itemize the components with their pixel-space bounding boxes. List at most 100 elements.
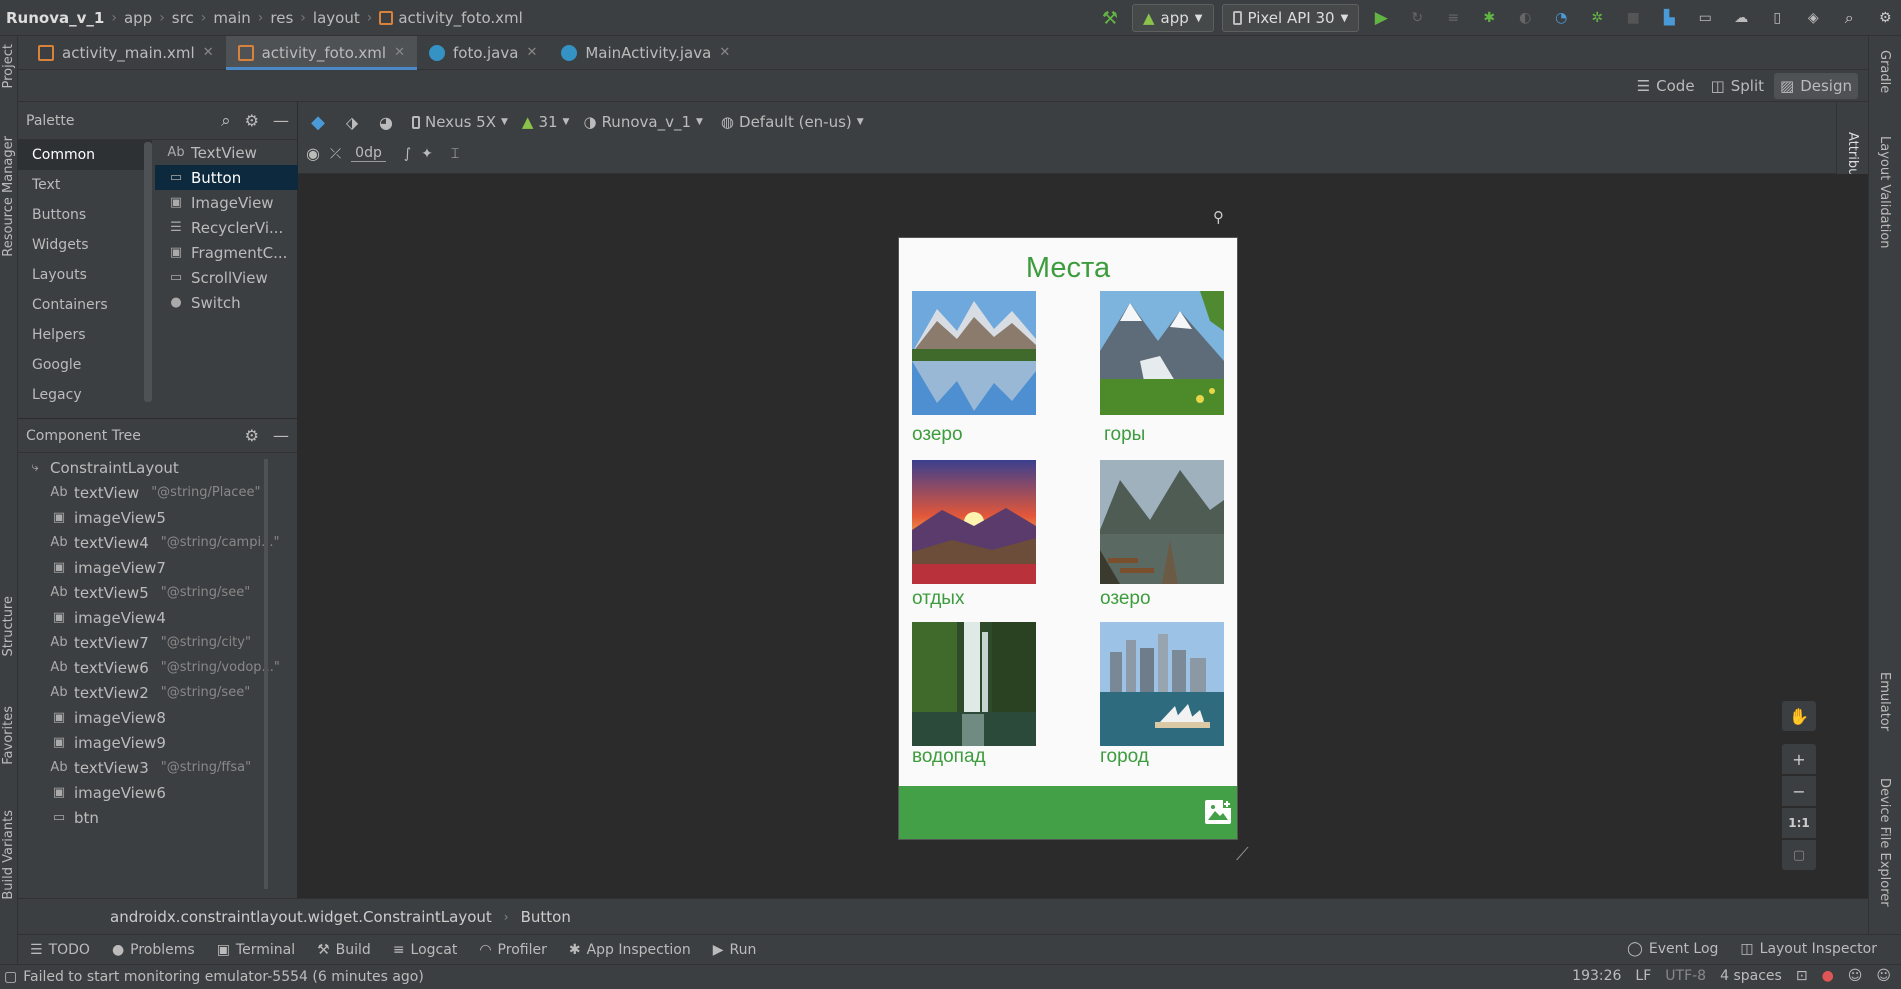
place-photo-4[interactable]: [1100, 460, 1224, 584]
default-margin-field[interactable]: 0dp: [351, 145, 386, 162]
blueprint-icon[interactable]: ⬗: [338, 108, 366, 136]
close-icon[interactable]: ✕: [203, 45, 214, 60]
guidelines-icon[interactable]: ⌶: [451, 146, 459, 162]
palette-category-text[interactable]: Text: [18, 170, 152, 200]
place-photo-1[interactable]: [912, 291, 1036, 415]
code-mode-button[interactable]: ☰ Code: [1631, 73, 1701, 99]
run-config-dropdown[interactable]: ▲ app ▼: [1132, 4, 1214, 32]
place-photo-6[interactable]: [1100, 622, 1224, 746]
breadcrumb-project[interactable]: Runova_v_1: [6, 9, 104, 27]
infer-constraints-icon[interactable]: ✦: [421, 146, 433, 162]
gradle-tool-button[interactable]: Gradle: [1877, 50, 1892, 93]
run-tool-button[interactable]: ▶ Run: [713, 942, 757, 958]
emulator-tool-button[interactable]: Emulator: [1877, 672, 1892, 731]
stop-icon[interactable]: ■: [1619, 4, 1647, 32]
close-icon[interactable]: ✕: [526, 45, 537, 60]
zoom-out-button[interactable]: −: [1782, 776, 1816, 806]
tree-row-imageview7[interactable]: ▣ imageView7: [18, 555, 297, 580]
resource-manager-tool-button[interactable]: Resource Manager: [1, 136, 16, 257]
zoom-in-button[interactable]: +: [1782, 744, 1816, 774]
tree-row-textview7[interactable]: Ab textView7 "@string/city": [18, 630, 297, 655]
palette-category-containers[interactable]: Containers: [18, 290, 152, 320]
tree-row-textview2[interactable]: Ab textView2 "@string/see": [18, 680, 297, 705]
place-label-5[interactable]: водопад: [912, 746, 986, 768]
resize-handle-icon[interactable]: ⟋: [1236, 844, 1249, 865]
breadcrumb-layout[interactable]: layout: [313, 9, 360, 27]
eye-icon[interactable]: ◉: [306, 144, 320, 163]
layout-inspector-tool-button[interactable]: ◫ Layout Inspector: [1740, 941, 1877, 957]
tree-row-textview6[interactable]: Ab textView6 "@string/vodop...": [18, 655, 297, 680]
palette-category-layouts[interactable]: Layouts: [18, 260, 152, 290]
place-label-3[interactable]: отдых: [912, 588, 964, 610]
bottom-bar[interactable]: [899, 786, 1237, 839]
gear-icon[interactable]: ⚙: [245, 426, 259, 445]
device-selector[interactable]: Nexus 5X ▼: [412, 113, 508, 131]
palette-item-fragmentcontainer[interactable]: ▣ FragmentC...: [155, 240, 298, 265]
tree-row-btn[interactable]: ▭ btn: [18, 805, 297, 830]
autoconnect-icon[interactable]: ⤫: [330, 146, 341, 162]
palette-item-switch[interactable]: ● Switch: [155, 290, 298, 315]
gear-icon[interactable]: ⚙: [245, 111, 259, 130]
phone-preview[interactable]: Места озеро горы отдых озеро водопад гор…: [899, 238, 1237, 839]
place-photo-3[interactable]: [912, 460, 1036, 584]
indent-setting[interactable]: 4 spaces: [1720, 968, 1782, 984]
device-manager-icon[interactable]: ▯: [1763, 4, 1791, 32]
layers-icon[interactable]: ◆: [304, 108, 332, 136]
tree-row-textview4[interactable]: Ab textView4 "@string/campi...": [18, 530, 297, 555]
palette-item-scrollview[interactable]: ▭ ScrollView: [155, 265, 298, 290]
error-icon[interactable]: ●: [1822, 968, 1834, 984]
status-message[interactable]: Failed to start monitoring emulator-5554…: [23, 969, 424, 985]
pan-button[interactable]: ✋: [1782, 701, 1816, 731]
build-variants-tool-button[interactable]: Build Variants: [1, 810, 16, 900]
place-photo-5[interactable]: [912, 622, 1036, 746]
design-mode-button[interactable]: ▨ Design: [1774, 73, 1858, 99]
add-photo-icon[interactable]: [1205, 800, 1231, 824]
palette-item-imageview[interactable]: ▣ ImageView: [155, 190, 298, 215]
breadcrumb-src[interactable]: src: [172, 9, 194, 27]
palette-scrollbar[interactable]: [144, 142, 152, 402]
tree-row-textview[interactable]: Ab textView "@string/Placee": [18, 480, 297, 505]
palette-category-common[interactable]: Common: [18, 140, 152, 170]
event-log-tool-button[interactable]: ◯ Event Log: [1627, 941, 1718, 957]
search-icon[interactable]: ⌕: [221, 111, 231, 131]
place-label-1[interactable]: озеро: [912, 424, 963, 446]
breadcrumb-res[interactable]: res: [270, 9, 293, 27]
close-icon[interactable]: ✕: [719, 45, 730, 60]
structure-tool-button[interactable]: Structure: [1, 596, 16, 656]
terminal-tool-button[interactable]: ▣ Terminal: [217, 942, 295, 958]
tree-root[interactable]: ⤷ ConstraintLayout: [18, 455, 297, 480]
tree-row-imageview4[interactable]: ▣ imageView4: [18, 605, 297, 630]
theme-selector[interactable]: ◑ Runova_v_1 ▼: [583, 113, 702, 131]
lock-icon[interactable]: ⊡: [1796, 968, 1808, 984]
logcat-tool-button[interactable]: ≡ Logcat: [393, 942, 458, 958]
zoom-fit-button[interactable]: ▢: [1782, 840, 1816, 870]
app-inspection-tool-button[interactable]: ✱ App Inspection: [569, 942, 691, 958]
tree-scrollbar[interactable]: [264, 459, 268, 889]
profiler-tool-button[interactable]: ◠ Profiler: [479, 942, 547, 958]
breadcrumb-main[interactable]: main: [213, 9, 250, 27]
layout-validation-tool-button[interactable]: Layout Validation: [1877, 136, 1892, 249]
breadcrumb-current[interactable]: Button: [521, 908, 571, 926]
tab-activity-foto[interactable]: activity_foto.xml ✕: [225, 35, 418, 70]
breadcrumb-app[interactable]: app: [124, 9, 152, 27]
todo-tool-button[interactable]: ☰ TODO: [30, 942, 90, 958]
palette-category-widgets[interactable]: Widgets: [18, 230, 152, 260]
close-icon[interactable]: ✕: [394, 45, 405, 60]
tab-foto-java[interactable]: foto.java ✕: [417, 36, 549, 70]
run-icon[interactable]: ▶: [1367, 4, 1395, 32]
sync-icon[interactable]: ▙: [1655, 4, 1683, 32]
debug-icon[interactable]: ✱: [1475, 4, 1503, 32]
hammer-icon[interactable]: ⚒: [1096, 4, 1124, 32]
places-title[interactable]: Места: [899, 252, 1237, 285]
breadcrumb-parent[interactable]: androidx.constraintlayout.widget.Constra…: [110, 908, 492, 926]
palette-category-buttons[interactable]: Buttons: [18, 200, 152, 230]
layout-inspector-icon[interactable]: ◈: [1799, 4, 1827, 32]
place-label-2[interactable]: горы: [1104, 424, 1145, 446]
tree-row-imageview8[interactable]: ▣ imageView8: [18, 705, 297, 730]
line-separator[interactable]: LF: [1635, 968, 1651, 984]
tree-row-imageview5[interactable]: ▣ imageView5: [18, 505, 297, 530]
palette-category-google[interactable]: Google: [18, 350, 152, 380]
search-icon[interactable]: ⌕: [1835, 4, 1863, 32]
problems-tool-button[interactable]: ● Problems: [112, 942, 195, 958]
palette-item-recyclerview[interactable]: ☰ RecyclerVi...: [155, 215, 298, 240]
